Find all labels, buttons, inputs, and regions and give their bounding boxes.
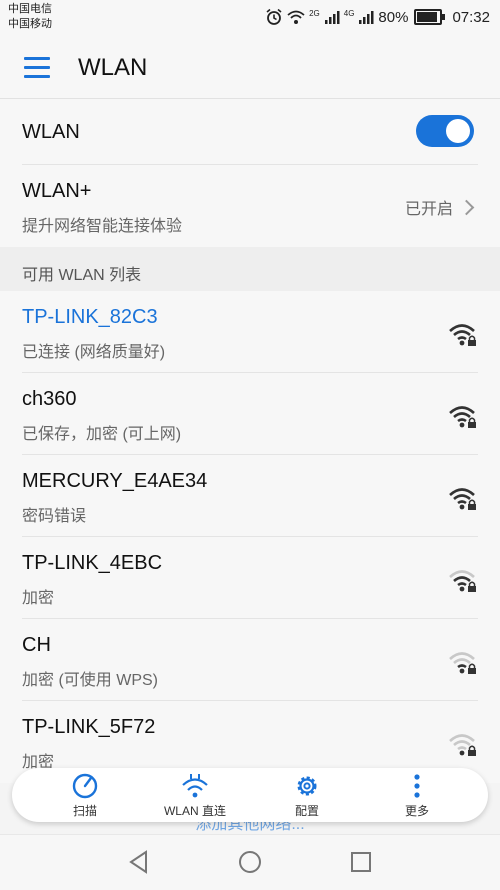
recents-icon[interactable] [348, 849, 374, 875]
wifi-locked-icon [449, 406, 476, 428]
config-label: 配置 [294, 804, 319, 818]
more-vertical-icon [414, 774, 420, 798]
wlan-toggle-label: WLAN [22, 121, 80, 143]
network-row[interactable]: TP-LINK_4EBC 加密 [0, 537, 500, 619]
bottom-action-bar: 扫描 WLAN 直连 配置 更多 [12, 768, 488, 822]
network-row[interactable]: CH 加密 (可使用 WPS) [0, 619, 500, 701]
network-status: 加密 [22, 590, 55, 607]
network-name: MERCURY_E4AE34 [22, 470, 208, 492]
signal-icon-2 [359, 11, 374, 24]
more-label: 更多 [404, 804, 429, 818]
chevron-right-icon [458, 199, 475, 215]
status-bar: 中国电信 中国移动 2G 4G 80% 07:32 [0, 0, 500, 36]
more-button[interactable]: 更多 [362, 772, 472, 820]
wlan-plus-status: 已开启 [404, 195, 475, 219]
wlan-plus-title: WLAN+ [22, 180, 92, 202]
scan-label: 扫描 [72, 804, 97, 818]
wlan-toggle-switch[interactable] [416, 115, 474, 147]
carrier-2: 中国移动 [8, 18, 52, 30]
menu-icon[interactable] [24, 56, 52, 78]
section-header: 可用 WLAN 列表 [0, 247, 500, 291]
signal-icon-1 [324, 11, 340, 24]
wifi-locked-icon [449, 652, 476, 674]
config-button[interactable]: 配置 [252, 772, 362, 820]
carrier-info: 中国电信 中国移动 [8, 2, 52, 32]
network-status: 加密 (可使用 WPS) [22, 672, 158, 689]
wlan-toggle-row[interactable]: WLAN [0, 99, 500, 165]
wlan-direct-icon [182, 774, 208, 798]
network-row[interactable]: TP-LINK_82C3 已连接 (网络质量好) [0, 291, 500, 373]
wlan-plus-row[interactable]: WLAN+ 提升网络智能连接体验 已开启 [0, 165, 500, 247]
toggle-knob [446, 119, 470, 143]
page-title: WLAN [78, 54, 148, 81]
alarm-icon [266, 8, 282, 25]
network-row[interactable]: MERCURY_E4AE34 密码错误 [0, 455, 500, 537]
system-nav-bar [0, 834, 500, 890]
net-type-2: 4G [343, 8, 355, 18]
net-type-1: 2G [309, 8, 320, 18]
wifi-locked-icon [449, 734, 476, 756]
app-bar: WLAN [0, 36, 500, 99]
battery-icon [414, 9, 446, 25]
wifi-locked-icon [449, 570, 476, 592]
network-row[interactable]: ch360 已保存，加密 (可上网) [0, 373, 500, 455]
wlan-direct-button[interactable]: WLAN 直连 [140, 772, 250, 820]
status-icons: 2G 4G 80% 07:32 [265, 6, 490, 28]
network-name: TP-LINK_4EBC [22, 552, 163, 574]
network-name: CH [22, 634, 51, 656]
network-name: TP-LINK_5F72 [22, 716, 156, 738]
wlan-direct-label: WLAN 直连 [163, 804, 226, 818]
wifi-locked-icon [449, 488, 476, 510]
battery-percent: 80% [378, 8, 409, 26]
network-status: 已保存，加密 (可上网) [22, 426, 182, 443]
wlan-plus-subtitle: 提升网络智能连接体验 [22, 218, 183, 235]
scan-icon [72, 773, 98, 799]
back-icon[interactable] [126, 849, 152, 875]
wifi-status-icon [287, 10, 305, 24]
battery-level [417, 12, 437, 22]
section-header-label: 可用 WLAN 列表 [22, 267, 142, 284]
network-name: TP-LINK_82C3 [22, 306, 158, 328]
wifi-locked-icon [449, 324, 476, 346]
network-name: ch360 [22, 388, 77, 410]
network-status: 密码错误 [22, 508, 87, 525]
network-status: 已连接 (网络质量好) [22, 344, 166, 361]
clock: 07:32 [452, 8, 490, 26]
carrier-1: 中国电信 [8, 3, 52, 15]
home-icon[interactable] [237, 849, 263, 875]
gear-icon [297, 776, 317, 796]
wlan-plus-status-text: 已开启 [404, 201, 453, 218]
scan-button[interactable]: 扫描 [30, 772, 140, 820]
